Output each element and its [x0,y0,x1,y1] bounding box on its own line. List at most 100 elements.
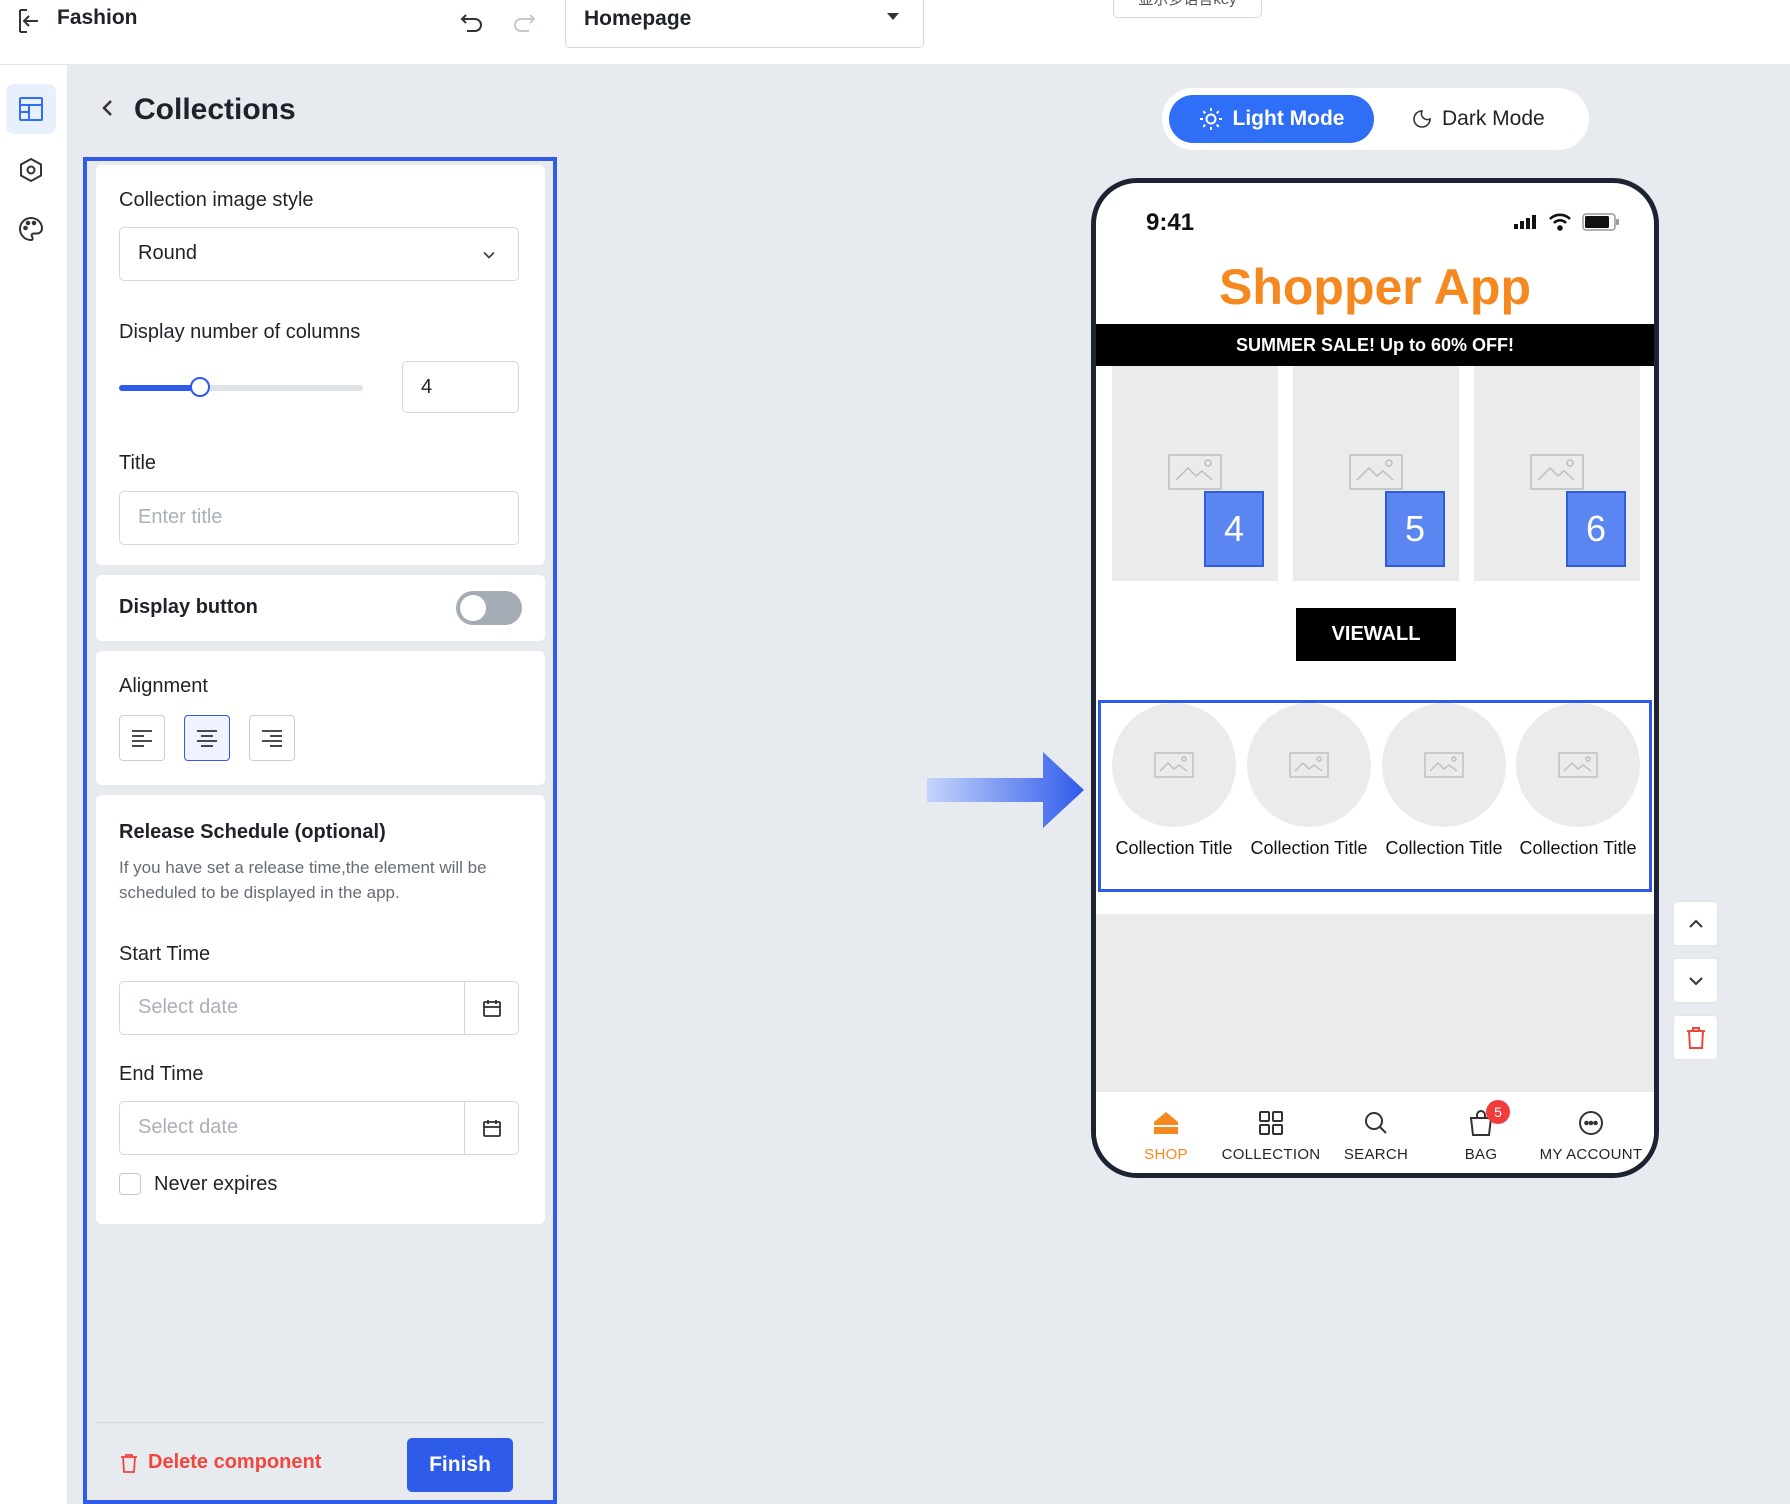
undo-icon[interactable] [458,7,486,35]
start-time-placeholder: Select date [138,996,239,1018]
columns-label: Display number of columns [119,321,361,343]
left-rail [0,65,68,1504]
account-icon [1579,1111,1603,1135]
placeholder-section [1096,914,1654,1092]
columns-slider-thumb[interactable] [189,377,210,397]
rail-theme-button[interactable] [6,204,56,254]
display-button-toggle[interactable] [456,591,522,625]
never-expires-label: Never expires [154,1173,278,1195]
move-up-button[interactable] [1673,901,1718,946]
delete-component-label: Delete component [148,1451,322,1473]
never-expires-checkbox[interactable] [119,1173,141,1195]
card-alignment: Alignment [96,651,545,785]
align-left-button[interactable] [119,715,165,761]
page-select-value: Homepage [584,7,692,30]
delete-component-button[interactable]: Delete component [120,1451,321,1474]
trash-icon [121,1453,137,1473]
collection-title: Collection Title [1115,838,1233,858]
tab-bag[interactable]: 5 BAG [1426,1100,1536,1163]
settings-panel: Collection image style Round Display num… [83,157,557,1504]
end-time-input[interactable]: Select date [119,1101,519,1155]
bag-count-badge: 5 [1486,1100,1510,1124]
exit-icon[interactable] [14,6,44,36]
tab-label: SHOP [1144,1146,1188,1163]
viewall-button[interactable]: VIEWALL [1296,608,1456,661]
back-chevron-icon[interactable] [96,96,120,120]
sun-icon [1199,108,1222,130]
image-placeholder-icon [1289,752,1329,778]
delete-block-button[interactable] [1673,1015,1718,1060]
image-placeholder-icon [1154,752,1194,778]
collection-title: Collection Title [1519,838,1637,858]
title-input-placeholder: Enter title [138,506,223,528]
collection-image [1382,703,1506,827]
light-mode-button[interactable]: Light Mode [1169,95,1374,143]
align-right-icon [262,730,282,747]
collection-title: Collection Title [1385,838,1503,858]
columns-slider[interactable] [119,377,363,397]
calendar-icon [482,1120,501,1137]
mode-toggle: Light Mode Dark Mode [1162,88,1589,150]
sale-banner: SUMMER SALE! Up to 60% OFF! [1096,324,1654,366]
redo-icon[interactable] [510,7,538,35]
caret-down-icon [887,13,899,20]
home-icon [1154,1112,1178,1134]
release-schedule-description: If you have set a release time,the eleme… [119,858,487,902]
status-icons [1514,213,1620,231]
chevron-up-icon [1688,919,1703,928]
tile-number-badge: 6 [1566,491,1626,567]
collection-image [1516,703,1640,827]
start-time-input[interactable]: Select date [119,981,519,1035]
finish-button[interactable]: Finish [407,1438,513,1492]
product-tile[interactable]: 4 [1112,366,1278,581]
columns-slider-fill [119,385,200,391]
moon-icon [1413,110,1431,128]
title-label: Title [119,452,157,474]
status-time: 9:41 [1146,209,1195,236]
product-tile[interactable]: 5 [1293,366,1459,581]
light-mode-label: Light Mode [1232,107,1345,130]
end-calendar-button[interactable] [464,1102,518,1154]
battery-icon [1582,213,1619,231]
tab-my-account[interactable]: MY ACCOUNT [1531,1106,1651,1163]
calendar-icon [482,1000,501,1017]
rail-layout-button[interactable] [6,84,56,134]
columns-number-input[interactable]: 4 [402,361,519,413]
grid-icon [1259,1111,1283,1135]
align-right-button[interactable] [249,715,295,761]
title-input[interactable]: Enter title [119,491,519,545]
tile-number-badge: 4 [1204,491,1264,567]
settings-hexagon-icon [20,157,42,183]
dark-mode-label: Dark Mode [1442,107,1545,130]
tab-label: MY ACCOUNT [1539,1146,1643,1163]
tab-label: SEARCH [1343,1146,1409,1163]
image-style-select[interactable]: Round [119,227,519,281]
rail-settings-button[interactable] [6,145,56,195]
product-tile[interactable]: 6 [1474,366,1640,581]
end-time-placeholder: Select date [138,1116,239,1138]
lang-key-button[interactable]: 显示多语言key [1113,0,1262,18]
tab-collection[interactable]: COLLECTION [1216,1106,1326,1163]
display-button-label: Display button [119,596,258,618]
image-placeholder-icon [1558,752,1598,778]
dark-mode-button[interactable]: Dark Mode [1390,95,1580,143]
start-calendar-button[interactable] [464,982,518,1034]
tab-shop[interactable]: SHOP [1111,1106,1221,1163]
tab-search[interactable]: SEARCH [1321,1106,1431,1163]
phone-preview: 9:41 Shopper App SUMMER SALE! Up to 60% … [1091,178,1659,1178]
collections-block[interactable]: Collection Title Collection Title Collec… [1098,700,1652,892]
image-placeholder-icon [1424,752,1464,778]
move-down-button[interactable] [1673,958,1718,1003]
image-placeholder-icon [1349,454,1403,490]
card-basic-settings: Collection image style Round Display num… [96,165,545,565]
alignment-label: Alignment [119,675,208,697]
collection-image [1112,703,1236,827]
align-center-button[interactable] [184,715,230,761]
align-left-icon [132,730,152,747]
trash-icon [1686,1026,1705,1049]
page-select[interactable]: Homepage [565,0,924,48]
image-style-value: Round [138,242,197,264]
collection-title: Collection Title [1250,838,1368,858]
panel-footer: Delete component Finish [96,1422,545,1500]
chevron-down-icon [1688,976,1703,985]
